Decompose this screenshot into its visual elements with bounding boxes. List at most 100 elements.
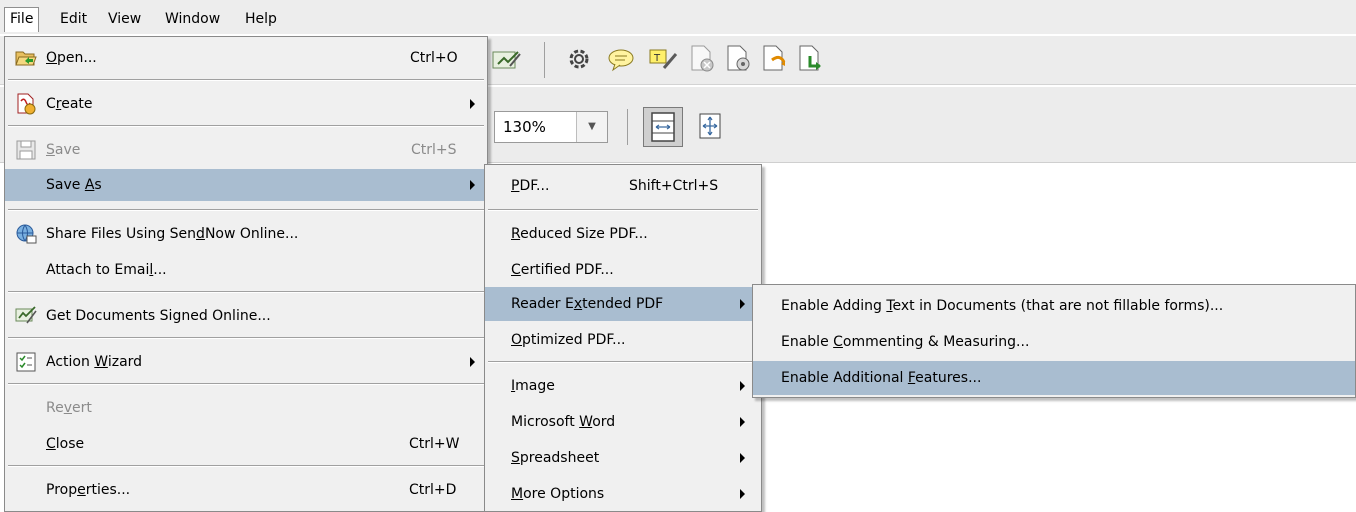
menu-item-label: Enable Commenting & Measuring... [781, 334, 1030, 350]
menu-item-image[interactable]: Image [485, 369, 761, 403]
menu-item-enable-commenting[interactable]: Enable Commenting & Measuring... [753, 325, 1355, 359]
pdf-disabled-icon [688, 44, 716, 76]
menu-item-close[interactable]: Close Ctrl+W [5, 427, 487, 461]
menu-item-certified-pdf[interactable]: Certified PDF... [485, 253, 761, 287]
svg-text:T: T [653, 53, 661, 64]
toolbar-separator [544, 42, 545, 78]
menu-item-save-as[interactable]: Save As [5, 169, 487, 201]
menu-item-enable-adding-text[interactable]: Enable Adding Text in Documents (that ar… [753, 289, 1355, 323]
menu-item-label: More Options [511, 486, 605, 502]
menu-item-revert: Revert [5, 391, 487, 425]
menu-item-reduced-size-pdf[interactable]: Reduced Size PDF... [485, 217, 761, 251]
menu-item-pdf[interactable]: PDF... Shift+Ctrl+S [485, 169, 761, 203]
menu-item-label: Revert [46, 400, 92, 416]
menu-item-create[interactable]: Create [5, 87, 487, 121]
menu-item-save: Save Ctrl+S [5, 133, 487, 167]
menu-item-label: Spreadsheet [511, 450, 600, 466]
submenu-arrow-icon [470, 180, 475, 190]
menu-item-label: Action Wizard [46, 354, 143, 370]
menu-item-reader-extended-pdf[interactable]: Reader Extended PDF [485, 287, 761, 321]
menu-window-label: Window [165, 11, 221, 27]
menu-file-label: File [10, 11, 34, 27]
menu-item-label: Image [511, 378, 555, 394]
menu-separator [8, 209, 484, 211]
menu-separator [488, 209, 758, 211]
file-menu: Open... Ctrl+O Create Save Ctrl+S Save A… [4, 36, 488, 512]
menu-item-enable-additional-features[interactable]: Enable Additional Features... [753, 361, 1355, 395]
menu-item-label: Enable Adding Text in Documents (that ar… [781, 298, 1224, 314]
menu-item-properties[interactable]: Properties... Ctrl+D [5, 473, 487, 507]
menu-item-label: Certified PDF... [511, 262, 614, 278]
menu-item-shortcut: Ctrl+D [409, 482, 457, 498]
menu-item-label: Get Documents Signed Online... [46, 308, 271, 324]
toolbar-separator [627, 109, 628, 145]
menu-item-label: Save As [46, 177, 102, 193]
share-globe-icon [16, 224, 37, 244]
menu-item-label: Optimized PDF... [511, 332, 626, 348]
zoom-value: 130% [503, 118, 546, 136]
submenu-arrow-icon [740, 453, 745, 463]
menu-separator [8, 79, 484, 81]
menu-separator [8, 465, 484, 467]
menu-item-attach-email[interactable]: Attach to Email... [5, 253, 487, 287]
menu-separator [8, 291, 484, 293]
menu-item-label: Reader Extended PDF [511, 296, 664, 312]
save-as-submenu: PDF... Shift+Ctrl+S Reduced Size PDF... … [484, 164, 762, 512]
menu-item-label: Save [46, 142, 81, 158]
menu-item-label: Properties... [46, 482, 131, 498]
menu-separator [8, 383, 484, 385]
menu-item-microsoft-word[interactable]: Microsoft Word [485, 405, 761, 439]
fit-page-icon[interactable] [643, 107, 683, 151]
menu-separator [8, 337, 484, 339]
menu-item-label: Microsoft Word [511, 414, 616, 430]
menu-item-spreadsheet[interactable]: Spreadsheet [485, 441, 761, 475]
submenu-arrow-icon [740, 299, 745, 309]
chevron-down-icon[interactable]: ▼ [576, 112, 607, 142]
menu-item-shortcut: Ctrl+S [411, 142, 457, 158]
menu-separator [8, 125, 484, 127]
menu-item-get-signed[interactable]: Get Documents Signed Online... [5, 299, 487, 333]
zoom-select[interactable]: 130% ▼ [494, 111, 608, 143]
gear-icon[interactable] [566, 46, 592, 76]
submenu-arrow-icon [470, 99, 475, 109]
submenu-arrow-icon [740, 417, 745, 427]
reader-extended-submenu: Enable Adding Text in Documents (that ar… [752, 284, 1356, 398]
menu-window[interactable]: Window [160, 8, 225, 30]
menu-help[interactable]: Help [240, 8, 282, 30]
open-folder-icon [15, 51, 37, 66]
sign-icon [15, 306, 37, 324]
menu-item-label: Close [46, 436, 85, 452]
menu-item-label: PDF... [511, 178, 550, 194]
menu-help-label: Help [245, 11, 277, 27]
submenu-arrow-icon [740, 489, 745, 499]
menu-item-share[interactable]: Share Files Using SendNow Online... [5, 217, 487, 251]
menu-view[interactable]: View [103, 8, 146, 30]
menu-item-optimized-pdf[interactable]: Optimized PDF... [485, 323, 761, 357]
menu-item-label: Share Files Using SendNow Online... [46, 226, 299, 242]
comment-icon[interactable] [607, 46, 635, 76]
menu-file[interactable]: File [4, 7, 40, 32]
pdf-reduce-icon[interactable] [796, 44, 824, 76]
menu-bar: File Edit View Window Help [0, 0, 1356, 34]
menu-view-label: View [108, 11, 142, 27]
save-disk-icon [16, 140, 36, 160]
menu-edit[interactable]: Edit [55, 8, 92, 30]
menu-item-label: Create [46, 96, 93, 112]
sign-icon[interactable] [492, 48, 522, 78]
menu-item-label: Open... [46, 50, 97, 66]
menu-item-action-wizard[interactable]: Action Wizard [5, 345, 487, 379]
menu-item-shortcut: Ctrl+W [409, 436, 460, 452]
full-screen-icon[interactable] [696, 111, 726, 145]
pdf-settings-icon[interactable] [724, 44, 752, 76]
highlight-icon[interactable]: T [648, 46, 678, 76]
menu-item-shortcut: Shift+Ctrl+S [629, 178, 719, 194]
create-pdf-icon [17, 93, 36, 115]
menu-item-open[interactable]: Open... Ctrl+O [5, 41, 487, 75]
pdf-export-icon[interactable] [760, 44, 788, 76]
menu-item-label: Enable Additional Features... [781, 370, 982, 386]
action-wizard-icon [16, 352, 36, 372]
submenu-arrow-icon [740, 381, 745, 391]
menu-item-label: Reduced Size PDF... [511, 226, 648, 242]
menu-item-shortcut: Ctrl+O [410, 50, 458, 66]
menu-item-more-options[interactable]: More Options [485, 477, 761, 511]
